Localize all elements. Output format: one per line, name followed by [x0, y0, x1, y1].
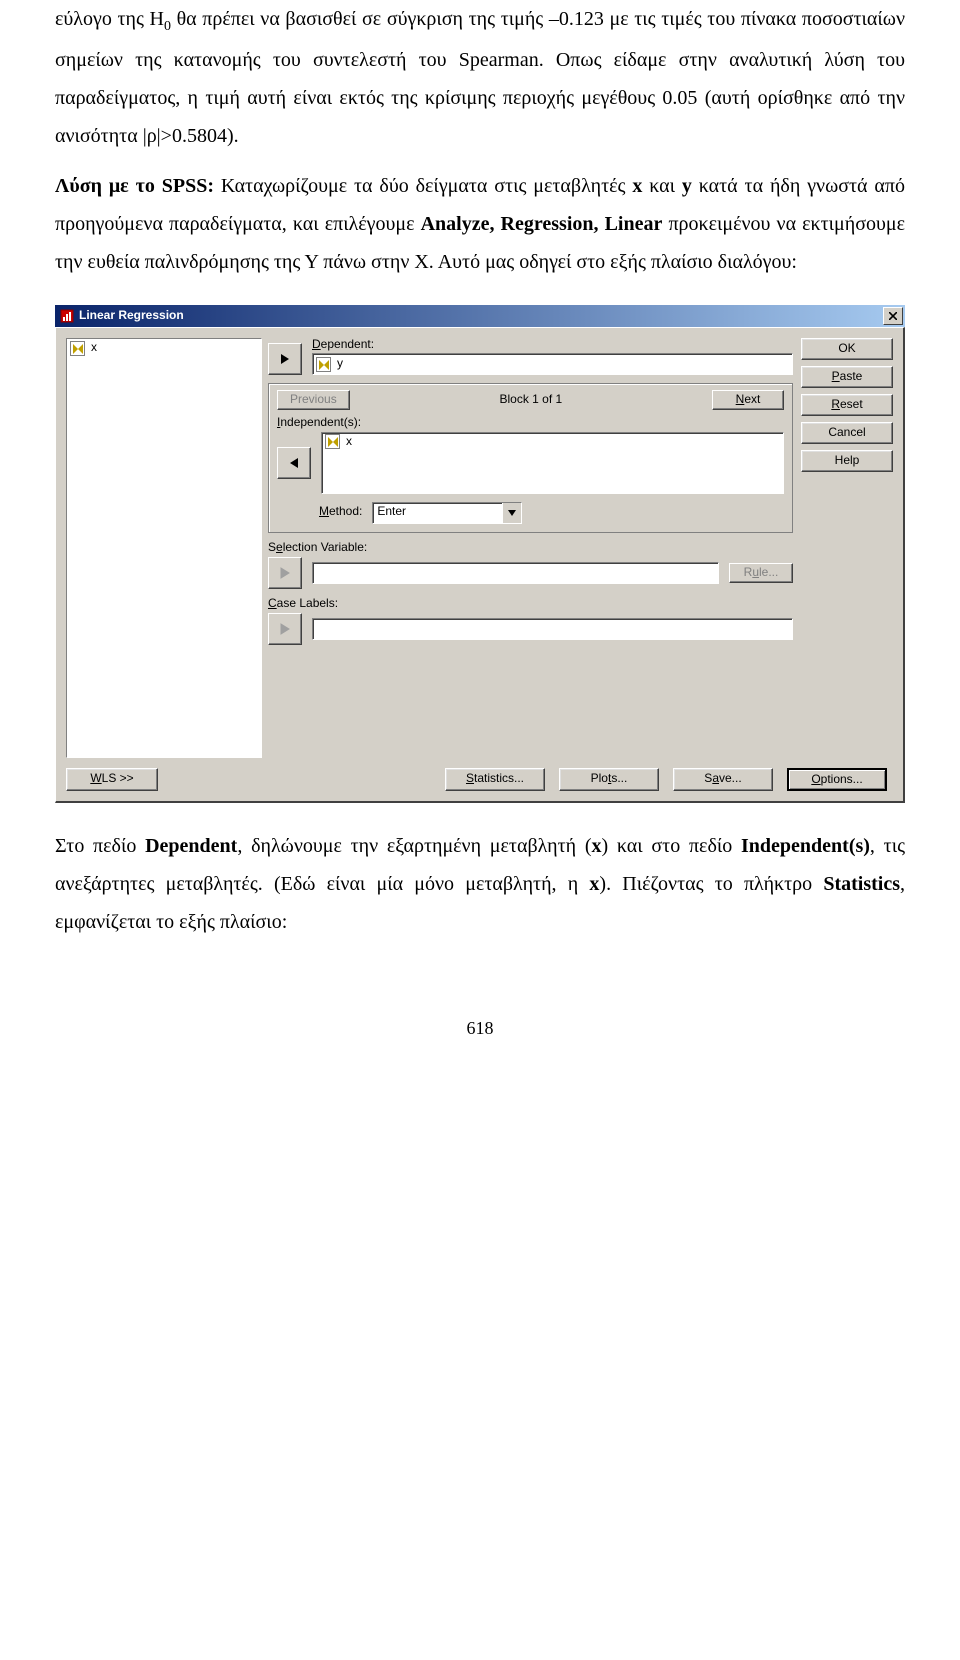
- help-button[interactable]: Help: [801, 450, 893, 472]
- case-labels-field[interactable]: [312, 618, 793, 640]
- variable-icon: [70, 341, 85, 356]
- arrow-right-icon: [279, 567, 291, 579]
- rule-button[interactable]: Rule...: [729, 563, 793, 583]
- arrow-right-icon: [279, 623, 291, 635]
- source-variables-list[interactable]: x: [66, 338, 262, 758]
- arrow-right-icon: [279, 353, 291, 365]
- move-to-dependent-button[interactable]: [268, 343, 302, 375]
- options-button[interactable]: Options...: [787, 768, 887, 792]
- variable-icon: [325, 434, 340, 449]
- paragraph-1: εύλογο της Η0 θα πρέπει να βασισθεί σε σ…: [55, 0, 905, 155]
- dialog-titlebar: Linear Regression: [55, 305, 905, 327]
- source-var-x[interactable]: x: [68, 340, 260, 357]
- close-button[interactable]: [883, 307, 903, 325]
- paste-button[interactable]: Paste: [801, 366, 893, 388]
- move-to-case-labels-button[interactable]: [268, 613, 302, 645]
- dependent-value: y: [337, 357, 343, 371]
- linear-regression-dialog: Linear Regression x: [55, 305, 905, 804]
- combo-dropdown-button[interactable]: [502, 503, 521, 523]
- dependent-label: Dependent:: [312, 338, 793, 352]
- ok-button[interactable]: OK: [801, 338, 893, 360]
- independent-field[interactable]: x: [321, 432, 784, 494]
- variable-icon: [316, 357, 331, 372]
- next-button[interactable]: Next: [712, 390, 784, 410]
- paragraph-2: Λύση με το SPSS: Καταχωρίζουμε τα δύο δε…: [55, 167, 905, 281]
- app-icon: [59, 308, 75, 324]
- chevron-down-icon: [508, 510, 516, 516]
- source-var-label: x: [91, 341, 97, 355]
- move-to-independent-button[interactable]: [277, 447, 311, 479]
- method-label: Method:: [319, 505, 362, 519]
- block-label: Block 1 of 1: [358, 393, 704, 407]
- dialog-title: Linear Regression: [79, 304, 883, 327]
- independent-value: x: [346, 435, 352, 449]
- cancel-button[interactable]: Cancel: [801, 422, 893, 444]
- paragraph-3: Στο πεδίο Dependent, δηλώνουμε την εξαρτ…: [55, 827, 905, 941]
- move-to-selection-button[interactable]: [268, 557, 302, 589]
- case-labels-label: Case Labels:: [268, 597, 793, 611]
- arrow-left-icon: [288, 457, 300, 469]
- save-button[interactable]: Save...: [673, 768, 773, 792]
- page-number: 618: [55, 1011, 905, 1045]
- statistics-button[interactable]: Statistics...: [445, 768, 545, 792]
- previous-button[interactable]: Previous: [277, 390, 350, 410]
- wls-button[interactable]: WLS >>: [66, 768, 158, 792]
- dependent-field[interactable]: y: [312, 353, 793, 375]
- selection-variable-label: Selection Variable:: [268, 541, 793, 555]
- independent-label: Independent(s):: [277, 416, 784, 430]
- selection-variable-field[interactable]: [312, 562, 719, 584]
- method-combo[interactable]: Enter: [372, 502, 522, 524]
- method-value: Enter: [373, 503, 502, 523]
- reset-button[interactable]: Reset: [801, 394, 893, 416]
- close-icon: [889, 312, 897, 320]
- plots-button[interactable]: Plots...: [559, 768, 659, 792]
- block-group: Previous Block 1 of 1 Next Independent(s…: [268, 383, 793, 533]
